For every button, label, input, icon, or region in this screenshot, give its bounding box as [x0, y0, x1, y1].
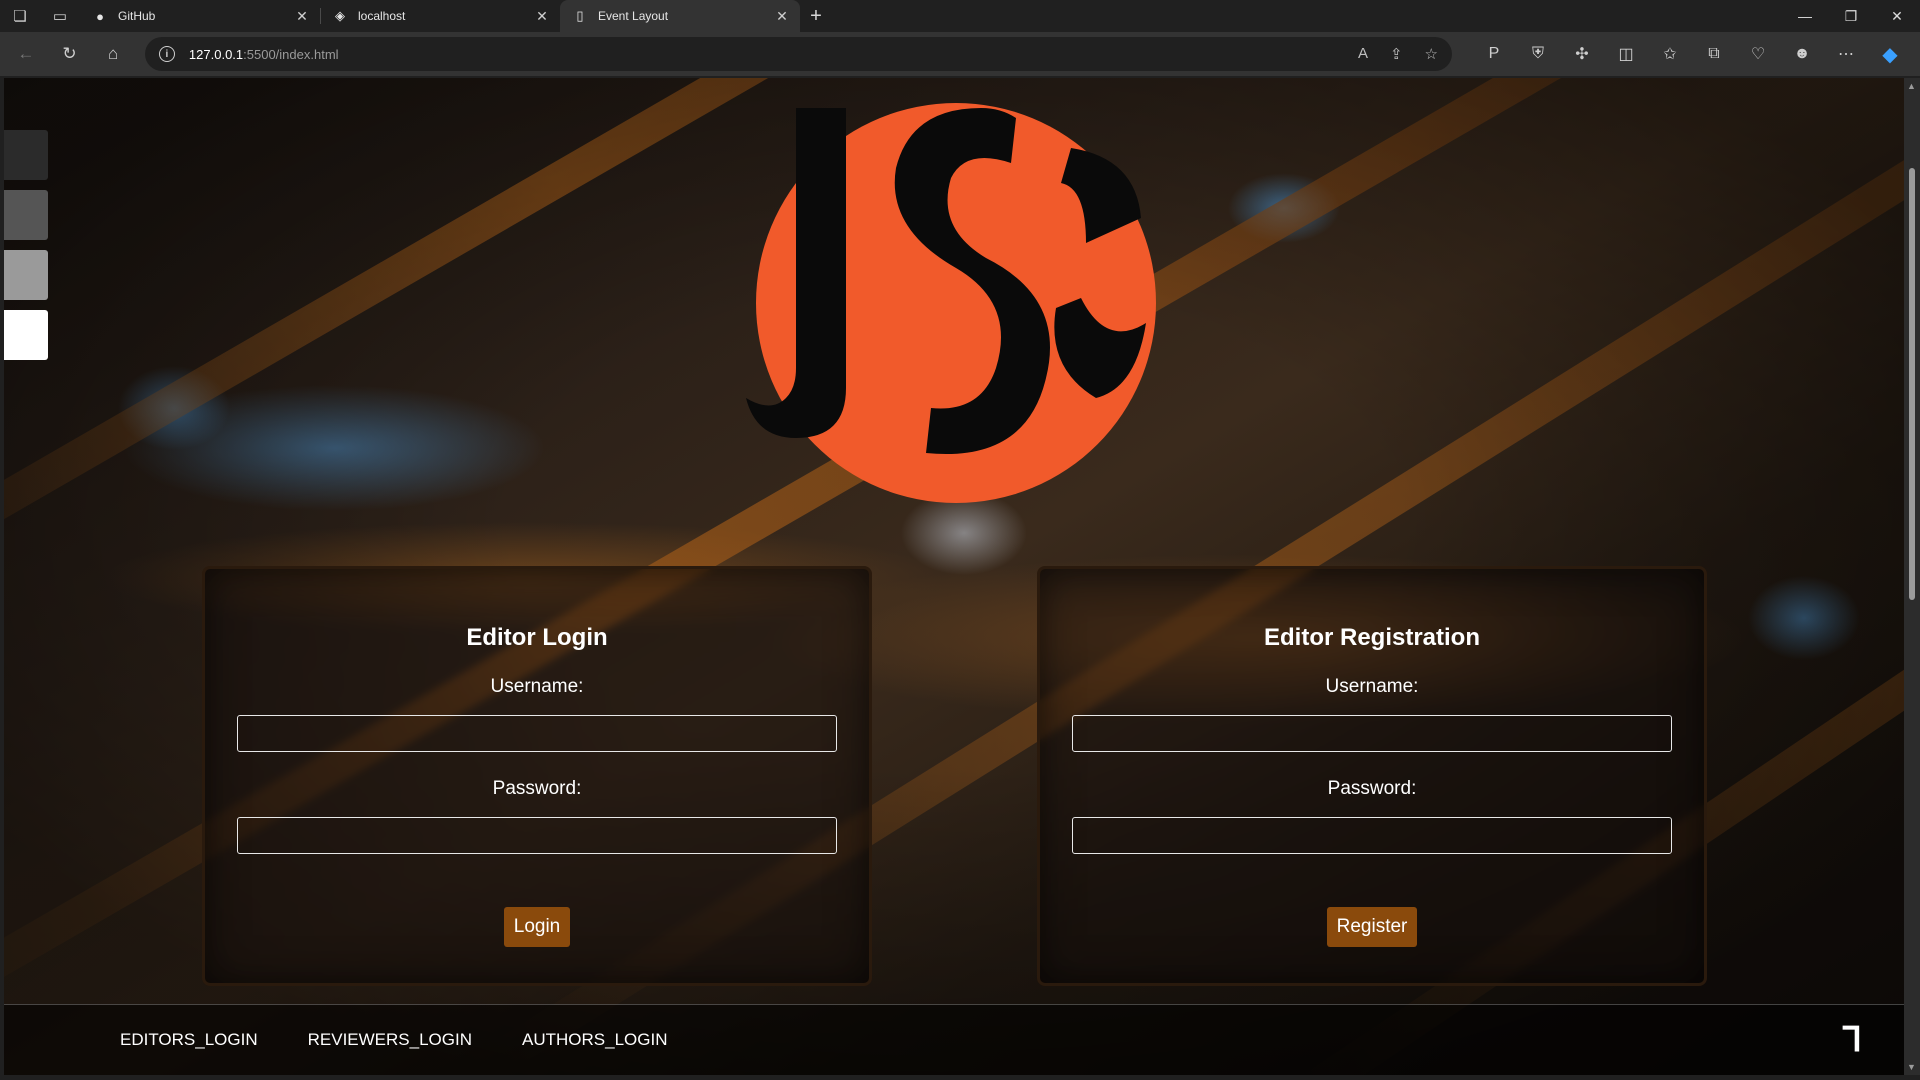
new-tab-button[interactable]: + [800, 0, 832, 32]
extensions-icon[interactable]: ✣ [1560, 44, 1604, 64]
scroll-down-icon[interactable]: ▼ [1907, 1062, 1916, 1072]
login-title: Editor Login [466, 624, 608, 651]
editor-registration-form: Editor Registration Username: Password: … [1037, 566, 1707, 986]
profile-icon[interactable]: ☻ [1780, 45, 1824, 63]
extension-p-icon[interactable]: P [1472, 45, 1516, 63]
tab-strip: ❏ ▭ ● GitHub ✕ ◈ localhost ✕ ▯ Event Lay… [0, 0, 1920, 32]
collections-icon[interactable]: ⧉ [1692, 45, 1736, 63]
register-title: Editor Registration [1263, 624, 1480, 651]
page-scrollbar[interactable]: ▲ ▼ [1904, 78, 1920, 1075]
register-username-label: Username: [1325, 676, 1419, 697]
back-button[interactable]: ← [8, 38, 44, 70]
url-host: 127.0.0.1 [188, 46, 244, 62]
document-icon: ▯ [576, 8, 584, 23]
split-screen-icon[interactable]: ◫ [1604, 44, 1648, 64]
swatch[interactable] [4, 250, 48, 300]
tab-title: localhost [358, 9, 406, 23]
login-username-input[interactable] [237, 715, 837, 752]
close-icon[interactable]: ✕ [294, 8, 310, 25]
login-password-label: Password: [492, 778, 582, 799]
home-button[interactable]: ⌂ [95, 38, 131, 70]
performance-icon[interactable]: ♡ [1736, 44, 1780, 64]
refresh-button[interactable]: ↻ [52, 38, 88, 70]
shield-icon[interactable]: ⛨ [1516, 45, 1560, 63]
window-controls: — ❐ ✕ [1782, 0, 1920, 32]
footer-link-authors-login[interactable]: AUTHORS_LOGIN [522, 1030, 667, 1050]
journal-logo [746, 103, 1156, 503]
tab-github[interactable]: ● GitHub ✕ [80, 0, 320, 32]
address-bar[interactable]: i 127.0.0.1:5500/index.html A ⇪ ☆ [144, 37, 1452, 71]
copilot-icon[interactable]: ◆ [1868, 42, 1912, 67]
close-icon[interactable]: ✕ [774, 8, 790, 25]
editor-login-form: Editor Login Username: Password: Login [202, 566, 872, 986]
login-username-label: Username: [490, 676, 584, 697]
register-username-input[interactable] [1072, 715, 1672, 752]
favorites-icon[interactable]: ✩ [1648, 44, 1692, 64]
close-icon[interactable]: ✕ [534, 8, 550, 25]
restore-icon[interactable]: ❐ [1828, 0, 1874, 32]
register-button[interactable]: Register [1326, 907, 1418, 947]
minimize-icon[interactable]: — [1782, 0, 1828, 32]
favorite-star-icon[interactable]: ☆ [1425, 45, 1438, 63]
footer-link-reviewers-login[interactable]: REVIEWERS_LOGIN [308, 1030, 472, 1050]
more-icon[interactable]: ⋯ [1824, 44, 1868, 64]
scrollbar-thumb[interactable] [1909, 168, 1915, 600]
footer-nav: EDITORS_LOGIN REVIEWERS_LOGIN AUTHORS_LO… [4, 1004, 1904, 1075]
close-window-icon[interactable]: ✕ [1874, 0, 1920, 32]
tab-event-layout[interactable]: ▯ Event Layout ✕ [560, 0, 800, 32]
swatch[interactable] [4, 310, 48, 360]
tab-title: Event Layout [598, 9, 669, 23]
github-icon: ● [96, 8, 104, 24]
workspaces-icon[interactable]: ❏ [0, 0, 40, 32]
read-aloud-icon[interactable]: A [1358, 45, 1368, 63]
register-password-label: Password: [1327, 778, 1417, 799]
page-viewport: Editor Login Username: Password: Login E… [4, 78, 1904, 1075]
tab-actions-icon[interactable]: ▭ [40, 0, 80, 32]
browser-toolbar: ← ↻ ⌂ i 127.0.0.1:5500/index.html A ⇪ ☆ … [0, 32, 1920, 76]
swatch[interactable] [4, 190, 48, 240]
footer-logo-mark: Ꞁ [1843, 1021, 1862, 1059]
tab-title: GitHub [118, 9, 156, 23]
register-password-input[interactable] [1072, 817, 1672, 854]
scroll-up-icon[interactable]: ▲ [1907, 81, 1916, 91]
share-icon[interactable]: ⇪ [1390, 45, 1403, 63]
footer-link-editors-login[interactable]: EDITORS_LOGIN [120, 1030, 258, 1050]
login-button[interactable]: Login [503, 907, 571, 947]
swatch[interactable] [4, 130, 48, 180]
tab-localhost[interactable]: ◈ localhost ✕ [320, 0, 560, 32]
login-password-input[interactable] [237, 817, 837, 854]
url-path: :5500/index.html [243, 46, 339, 62]
color-swatches [4, 130, 48, 360]
site-info-icon[interactable]: i [158, 46, 175, 62]
page-icon: ◈ [335, 8, 345, 23]
